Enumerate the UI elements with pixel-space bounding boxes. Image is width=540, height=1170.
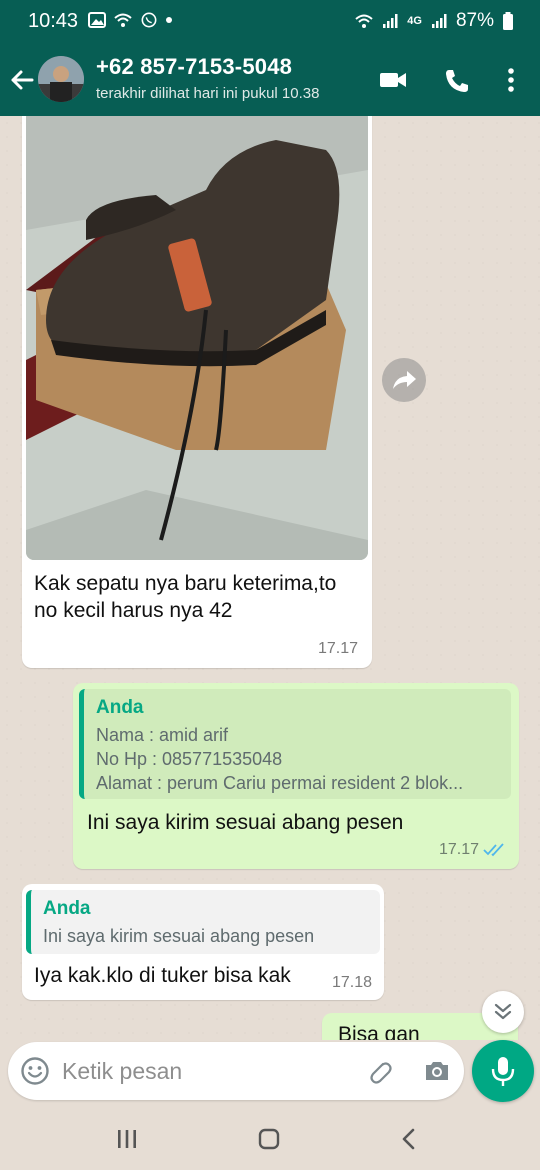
scroll-down-icon xyxy=(494,1003,512,1020)
battery-percent: 87% xyxy=(455,10,494,31)
top-app-bar: 10:43 4G 87% +62 857-7153-5048 terakhir … xyxy=(0,0,540,116)
message-composer xyxy=(8,1042,464,1100)
message-status: 17.17 xyxy=(439,841,507,859)
chat-area[interactable]: Kak sepatu nya baru keterima,to no kecil… xyxy=(0,116,540,1040)
status-notification-icons xyxy=(88,12,172,28)
quote-author: Anda xyxy=(43,898,91,919)
outgoing-message[interactable]: Anda Nama : amid arif No Hp : 0857715350… xyxy=(73,683,519,869)
network-type: 4G xyxy=(407,15,422,27)
forward-icon xyxy=(393,371,416,389)
mic-icon xyxy=(491,1057,515,1086)
quote-line: Nama : amid arif xyxy=(96,725,229,745)
phone-icon[interactable] xyxy=(442,66,472,94)
message-text: Iya kak.klo di tuker bisa kak xyxy=(34,964,291,987)
video-call-icon[interactable] xyxy=(378,66,408,94)
menu-icon[interactable] xyxy=(500,66,530,94)
message-time: 17.17 xyxy=(317,640,358,657)
incoming-photo-message[interactable]: Kak sepatu nya baru keterima,to no kecil… xyxy=(22,116,372,668)
status-time: 10:43 xyxy=(28,10,79,32)
message-text: Ini saya kirim sesuai abang pesen xyxy=(87,811,404,834)
recents-icon[interactable] xyxy=(112,1126,142,1152)
message-time: 17.17 xyxy=(438,841,479,858)
attach-icon[interactable] xyxy=(364,1056,394,1086)
incoming-reply-message[interactable]: Anda Ini saya kirim sesuai abang pesen I… xyxy=(22,884,384,1000)
forward-button[interactable] xyxy=(382,358,426,402)
message-time: 17.18 xyxy=(331,974,372,991)
wifi-call-icon xyxy=(114,13,132,27)
status-bar: 10:43 4G 87% xyxy=(0,0,540,42)
avatar-image xyxy=(38,56,84,102)
message-input[interactable] xyxy=(62,1052,342,1090)
last-seen-text: terakhir dilihat hari ini pukul 10.38 xyxy=(96,85,320,102)
back-arrow-icon[interactable] xyxy=(8,66,36,94)
quote-line: Alamat : perum Cariu permai resident 2 b… xyxy=(96,773,464,793)
read-ticks-icon xyxy=(483,843,504,857)
contact-avatar[interactable] xyxy=(38,56,84,102)
contact-name[interactable]: +62 857-7153-5048 xyxy=(96,54,292,80)
shoe-photo-image xyxy=(26,116,368,560)
nav-back-icon[interactable] xyxy=(394,1126,424,1152)
quote-text: Ini saya kirim sesuai abang pesen xyxy=(43,926,315,946)
voice-record-button[interactable] xyxy=(472,1040,534,1102)
battery-icon xyxy=(503,12,513,30)
message-text: Bisa gan xyxy=(338,1023,420,1040)
photo-caption: Kak sepatu nya baru keterima,to no kecil… xyxy=(34,572,337,622)
status-system-icons: 4G 87% xyxy=(355,10,514,32)
home-icon[interactable] xyxy=(254,1126,284,1152)
signal-icon-1 xyxy=(383,14,398,28)
emoji-icon[interactable] xyxy=(20,1056,50,1086)
signal-icon-2 xyxy=(431,14,447,28)
whatsapp-notification-icon xyxy=(141,12,157,28)
gallery-icon xyxy=(88,12,106,28)
more-notifications-dot xyxy=(166,17,172,23)
quoted-message[interactable]: Anda Nama : amid arif No Hp : 0857715350… xyxy=(79,689,511,799)
quote-author: Anda xyxy=(96,697,144,718)
quoted-message[interactable]: Anda Ini saya kirim sesuai abang pesen xyxy=(26,890,380,954)
wifi-icon xyxy=(355,14,373,28)
chat-header: +62 857-7153-5048 terakhir dilihat hari … xyxy=(0,48,540,112)
shoe-photo[interactable] xyxy=(26,116,368,560)
system-nav-bar xyxy=(0,1108,540,1170)
camera-icon[interactable] xyxy=(422,1056,452,1086)
scroll-to-bottom-button[interactable] xyxy=(482,991,524,1033)
quote-line: No Hp : 085771535048 xyxy=(96,749,283,769)
